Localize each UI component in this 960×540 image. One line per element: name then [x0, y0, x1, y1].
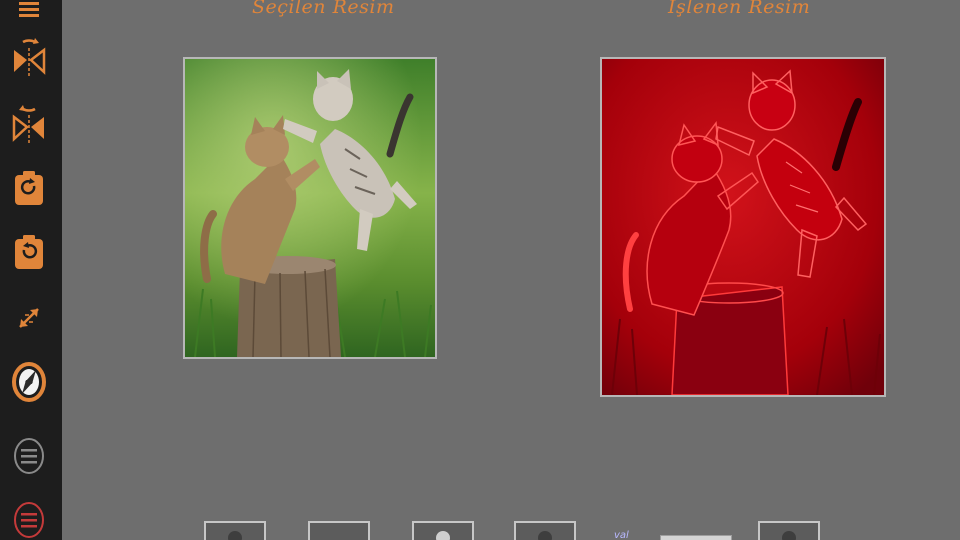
selected-image[interactable] — [183, 57, 437, 359]
list-button[interactable] — [9, 436, 49, 476]
menu-button[interactable] — [9, 0, 49, 26]
selected-image-title: Seçilen Resim — [252, 0, 395, 18]
list-circle-icon — [14, 438, 44, 474]
compass-button[interactable] — [9, 362, 49, 402]
rotate-left-icon — [15, 235, 43, 269]
intensity-slider[interactable] — [660, 535, 732, 540]
left-toolbar — [0, 0, 62, 540]
resize-button[interactable] — [9, 298, 49, 338]
rotate-right-icon — [15, 171, 43, 205]
button-icon — [228, 531, 242, 540]
bottom-button-3[interactable] — [412, 521, 474, 540]
bottom-button-2[interactable] — [308, 521, 370, 540]
bottom-button-1[interactable] — [204, 521, 266, 540]
rotate-left-button[interactable] — [9, 232, 49, 272]
menu-icon — [19, 2, 39, 17]
flip-horizontal-icon — [14, 38, 46, 76]
processed-image-title: İşlenen Resim — [668, 0, 811, 18]
kittens-photo — [185, 59, 435, 357]
flip-vertical-icon — [12, 105, 44, 143]
bottom-button-4[interactable] — [514, 521, 576, 540]
kittens-red-photo — [602, 59, 884, 395]
person-icon — [436, 531, 450, 540]
processed-image[interactable] — [600, 57, 886, 397]
button-icon — [782, 531, 796, 540]
resize-icon — [19, 308, 39, 328]
button-icon — [538, 531, 552, 540]
flip-vertical-button[interactable] — [9, 105, 49, 145]
rotate-right-button[interactable] — [9, 168, 49, 208]
flip-horizontal-button[interactable] — [9, 38, 49, 78]
app-window: Seçilen Resim İşlenen Resim val — [0, 0, 960, 540]
list-circle-red-icon — [14, 502, 44, 538]
list-red-button[interactable] — [9, 500, 49, 540]
bottom-button-5[interactable] — [758, 521, 820, 540]
compass-icon — [12, 362, 46, 402]
slider-label: val — [614, 530, 629, 540]
